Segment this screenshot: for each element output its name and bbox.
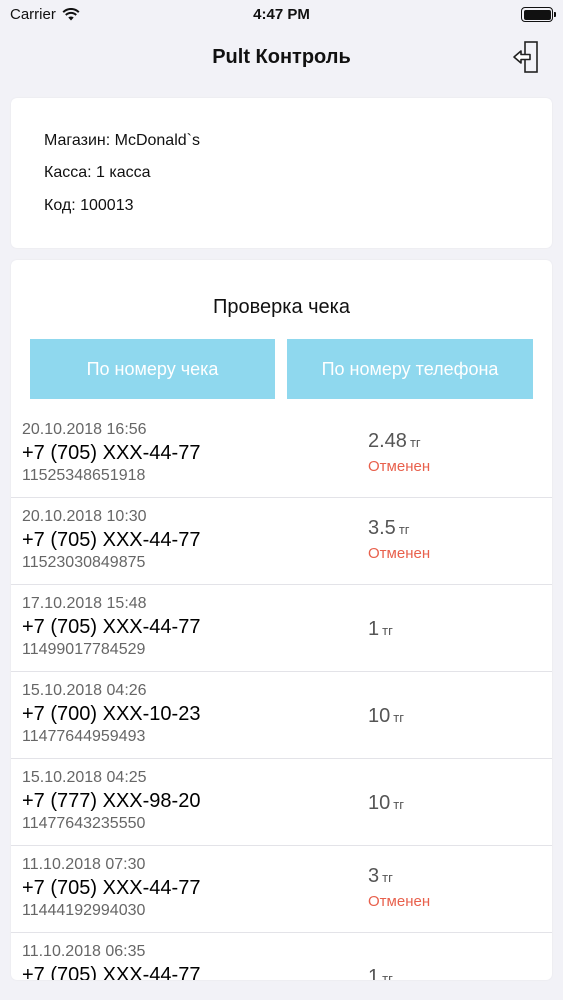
amount-currency: тг [398, 522, 410, 537]
row-date: 15.10.2018 04:26 [22, 682, 147, 699]
by-phone-number-button[interactable]: По номеру телефона [287, 339, 533, 399]
transaction-row[interactable]: 20.10.2018 16:56 +7 (705) XXX-44-77 1152… [11, 411, 552, 498]
transaction-list[interactable]: 20.10.2018 16:56 +7 (705) XXX-44-77 1152… [11, 411, 552, 980]
row-amount: 10 тг [368, 792, 404, 815]
transaction-row[interactable]: 11.10.2018 07:30 +7 (705) XXX-44-77 1144… [11, 846, 552, 933]
amount-value: 10 [368, 705, 391, 727]
nav-bar: Pult Контроль [0, 30, 563, 86]
row-status: Отменен [368, 893, 431, 910]
row-status: Отменен [368, 545, 431, 562]
row-date: 11.10.2018 06:35 [22, 943, 146, 960]
row-code: 11523030849875 [22, 554, 146, 571]
amount-value: 2.48 [368, 430, 407, 452]
row-date: 17.10.2018 15:48 [22, 595, 147, 612]
row-date: 20.10.2018 16:56 [22, 421, 147, 438]
transaction-row[interactable]: 11.10.2018 06:35 +7 (705) XXX-44-77 1 тг [11, 933, 552, 980]
amount-currency: тг [382, 623, 393, 638]
transaction-row[interactable]: 15.10.2018 04:26 +7 (700) XXX-10-23 1147… [11, 672, 552, 759]
row-phone: +7 (705) XXX-44-77 [22, 964, 201, 980]
row-amount: 2.48 тг [368, 430, 421, 453]
by-receipt-number-button[interactable]: По номеру чека [30, 339, 275, 399]
row-amount: 1 тг [368, 966, 393, 980]
row-code: 11525348651918 [22, 467, 146, 484]
status-bar: Carrier 4:47 PM [0, 0, 563, 30]
amount-value: 1 [368, 618, 380, 640]
row-status: Отменен [368, 458, 431, 475]
row-phone: +7 (705) XXX-44-77 [22, 877, 201, 899]
row-phone: +7 (705) XXX-44-77 [22, 616, 201, 638]
row-amount: 3.5 тг [368, 517, 410, 540]
amount-value: 3.5 [368, 517, 396, 539]
store-name: Магазин: McDonald`s [44, 132, 200, 149]
amount-currency: тг [409, 435, 421, 450]
amount-currency: тг [393, 797, 404, 812]
store-code: Код: 100013 [44, 197, 134, 214]
amount-value: 10 [368, 792, 391, 814]
check-verification-card: Проверка чека По номеру чека По номеру т… [11, 260, 552, 980]
transaction-row[interactable]: 20.10.2018 10:30 +7 (705) XXX-44-77 1152… [11, 498, 552, 585]
row-amount: 1 тг [368, 618, 393, 641]
row-amount: 10 тг [368, 705, 404, 728]
row-phone: +7 (705) XXX-44-77 [22, 442, 201, 464]
amount-value: 3 [368, 865, 380, 887]
row-phone: +7 (700) XXX-10-23 [22, 703, 201, 725]
store-info-card: Магазин: McDonald`s Касса: 1 касса Код: … [11, 98, 552, 248]
row-phone: +7 (705) XXX-44-77 [22, 529, 201, 551]
transaction-row[interactable]: 17.10.2018 15:48 +7 (705) XXX-44-77 1149… [11, 585, 552, 672]
status-time: 4:47 PM [253, 6, 310, 23]
row-code: 11477643235550 [22, 815, 146, 832]
row-amount: 3 тг [368, 865, 393, 888]
row-date: 11.10.2018 07:30 [22, 856, 146, 873]
logout-icon[interactable] [511, 40, 541, 74]
battery-icon [521, 7, 556, 22]
row-code: 11499017784529 [22, 641, 146, 658]
section-title: Проверка чека [213, 296, 350, 318]
row-phone: +7 (777) XXX-98-20 [22, 790, 201, 812]
row-date: 15.10.2018 04:25 [22, 769, 147, 786]
row-code: 11477644959493 [22, 728, 146, 745]
amount-currency: тг [382, 870, 393, 885]
amount-value: 1 [368, 966, 380, 980]
register-name: Касса: 1 касса [44, 164, 151, 181]
transaction-row[interactable]: 15.10.2018 04:25 +7 (777) XXX-98-20 1147… [11, 759, 552, 846]
page-title: Pult Контроль [212, 46, 351, 68]
row-code: 11444192994030 [22, 902, 146, 919]
amount-currency: тг [393, 710, 404, 725]
amount-currency: тг [382, 971, 393, 980]
row-date: 20.10.2018 10:30 [22, 508, 147, 525]
